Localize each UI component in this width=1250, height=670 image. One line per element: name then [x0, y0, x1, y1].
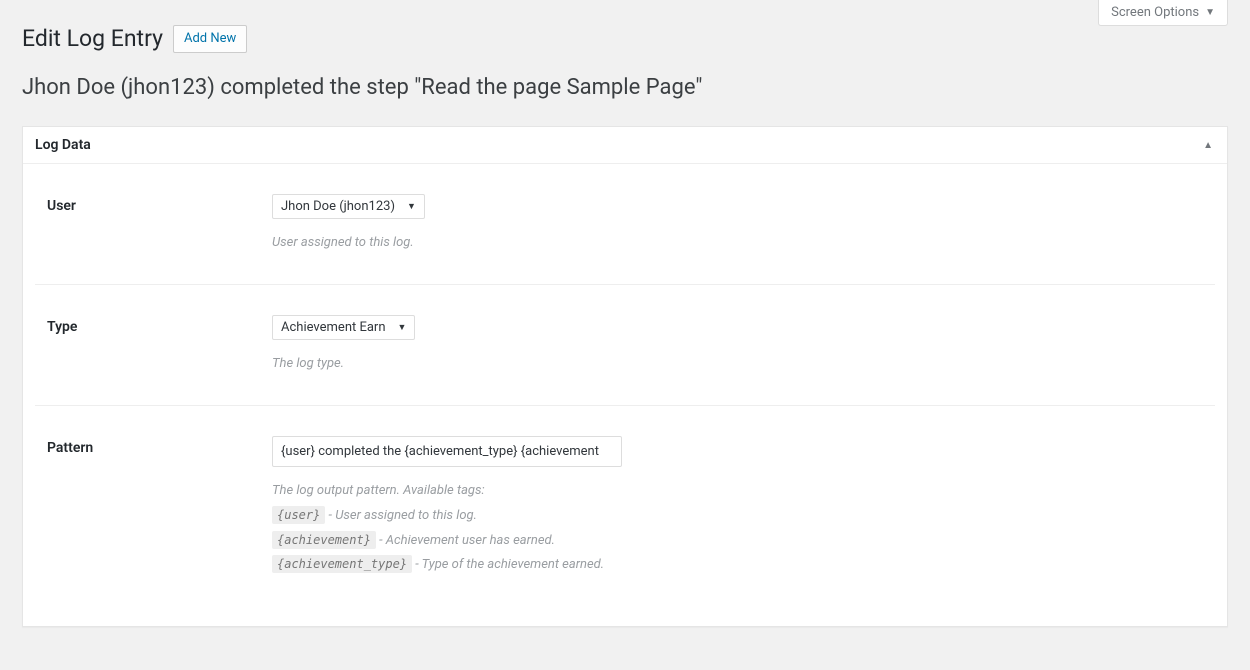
log-subtitle: Jhon Doe (jhon123) completed the step "R… [22, 74, 1228, 103]
chevron-down-icon: ▼ [407, 201, 416, 212]
tag-user: {user} [272, 506, 325, 524]
collapse-toggle-icon[interactable]: ▲ [1201, 138, 1215, 153]
pattern-input[interactable] [272, 436, 622, 467]
type-label: Type [47, 315, 272, 375]
screen-options-label: Screen Options [1111, 5, 1199, 20]
tag-achievement-type-desc: - Type of the achievement earned. [412, 557, 604, 572]
user-label: User [47, 194, 272, 254]
log-data-postbox: Log Data ▲ User Jhon Doe (jhon123) ▼ Use… [22, 126, 1228, 627]
tag-achievement-desc: - Achievement user has earned. [376, 533, 555, 548]
screen-options-button[interactable]: Screen Options ▼ [1098, 0, 1228, 26]
pattern-tag-line: {achievement_type} - Type of the achieve… [272, 555, 1203, 576]
user-select-value: Jhon Doe (jhon123) [281, 199, 395, 214]
type-description: The log type. [272, 354, 1203, 375]
postbox-header: Log Data ▲ [23, 127, 1227, 164]
chevron-down-icon: ▼ [398, 322, 407, 333]
type-select-value: Achievement Earn [281, 320, 386, 335]
pattern-row: Pattern The log output pattern. Availabl… [35, 406, 1215, 586]
page-title: Edit Log Entry [22, 24, 163, 54]
pattern-description: The log output pattern. Available tags: … [272, 481, 1203, 576]
user-description: User assigned to this log. [272, 233, 1203, 254]
user-row: User Jhon Doe (jhon123) ▼ User assigned … [35, 164, 1215, 285]
postbox-title: Log Data [35, 137, 91, 153]
pattern-label: Pattern [47, 436, 272, 576]
tag-achievement: {achievement} [272, 531, 376, 549]
user-select[interactable]: Jhon Doe (jhon123) ▼ [272, 194, 425, 219]
type-row: Type Achievement Earn ▼ The log type. [35, 285, 1215, 406]
type-select[interactable]: Achievement Earn ▼ [272, 315, 415, 340]
tag-achievement-type: {achievement_type} [272, 555, 412, 573]
pattern-tag-line: {achievement} - Achievement user has ear… [272, 531, 1203, 552]
tag-user-desc: - User assigned to this log. [325, 508, 477, 523]
pattern-description-intro: The log output pattern. Available tags: [272, 481, 1203, 502]
chevron-down-icon: ▼ [1205, 7, 1215, 18]
add-new-button[interactable]: Add New [173, 25, 247, 53]
pattern-tag-line: {user} - User assigned to this log. [272, 506, 1203, 527]
